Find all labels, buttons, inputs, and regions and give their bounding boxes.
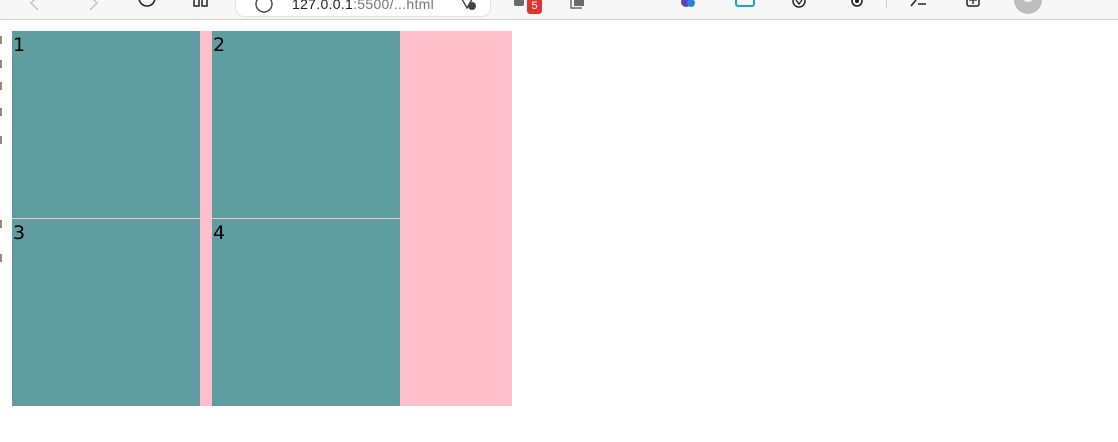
feedback-icon[interactable]: [908, 0, 930, 12]
profile-avatar[interactable]: [1014, 0, 1042, 14]
flex-item-3: 3: [12, 219, 200, 406]
workspaces-icon[interactable]: [962, 0, 984, 12]
tabs-icon[interactable]: [190, 0, 212, 12]
address-bar[interactable]: 127.0.0.1:5500/...html: [236, 0, 490, 16]
item-label: 1: [13, 34, 26, 56]
copilot-icon[interactable]: [678, 0, 700, 12]
window-edge: [0, 30, 3, 270]
url-host: 127.0.0.1: [292, 0, 354, 12]
item-label: 4: [213, 222, 226, 244]
settings-icon[interactable]: [846, 0, 868, 12]
flex-item-4: 4: [212, 219, 400, 406]
url-path: :5500/...html: [353, 0, 435, 12]
info-icon[interactable]: [254, 0, 274, 14]
notification-badge: 5: [527, 0, 542, 14]
flex-item-1: 1: [12, 31, 200, 218]
url-text[interactable]: 127.0.0.1:5500/...html: [292, 0, 434, 12]
collections-icon[interactable]: [568, 0, 590, 12]
flex-item-2: 2: [212, 31, 400, 218]
add-favorite-icon[interactable]: [456, 0, 478, 12]
toolbar-divider: [886, 0, 887, 8]
flex-container: 1 2 3 4: [12, 31, 512, 406]
extension-icon[interactable]: [734, 0, 756, 12]
back-icon[interactable]: [28, 0, 42, 12]
item-label: 2: [213, 34, 226, 56]
favorites-icon[interactable]: [788, 0, 810, 12]
refresh-icon[interactable]: [136, 0, 158, 12]
browser-toolbar: 127.0.0.1:5500/...html 5: [0, 0, 1118, 20]
forward-icon[interactable]: [86, 0, 100, 12]
item-label: 3: [13, 222, 26, 244]
